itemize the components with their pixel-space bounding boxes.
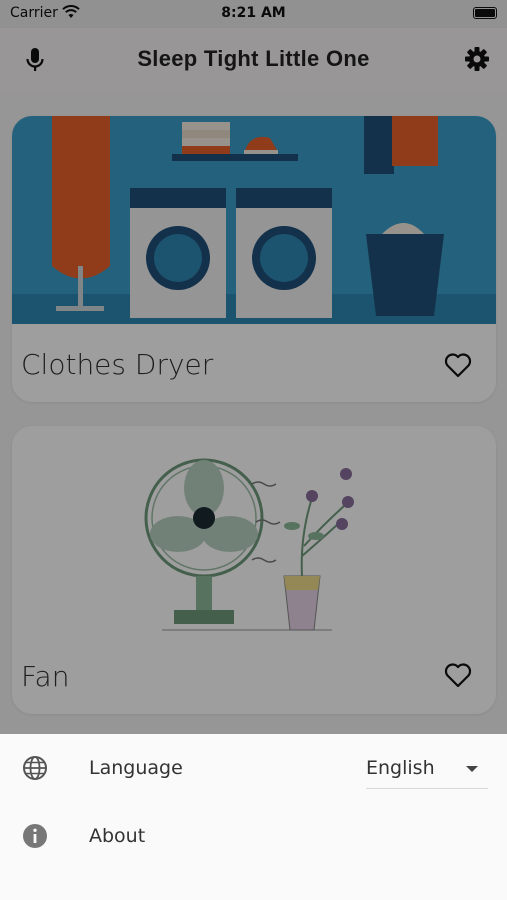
globe-icon	[23, 756, 47, 780]
settings-sheet: Language English About	[0, 734, 507, 900]
caret-down-icon	[466, 766, 478, 772]
about-label: About	[89, 825, 146, 847]
about-row[interactable]: About	[0, 806, 507, 866]
info-icon	[23, 824, 47, 848]
language-select[interactable]: English	[366, 754, 488, 789]
language-row[interactable]: Language English	[0, 734, 507, 794]
language-label: Language	[89, 757, 183, 779]
language-value: English	[366, 757, 435, 779]
modal-scrim[interactable]	[0, 0, 507, 734]
